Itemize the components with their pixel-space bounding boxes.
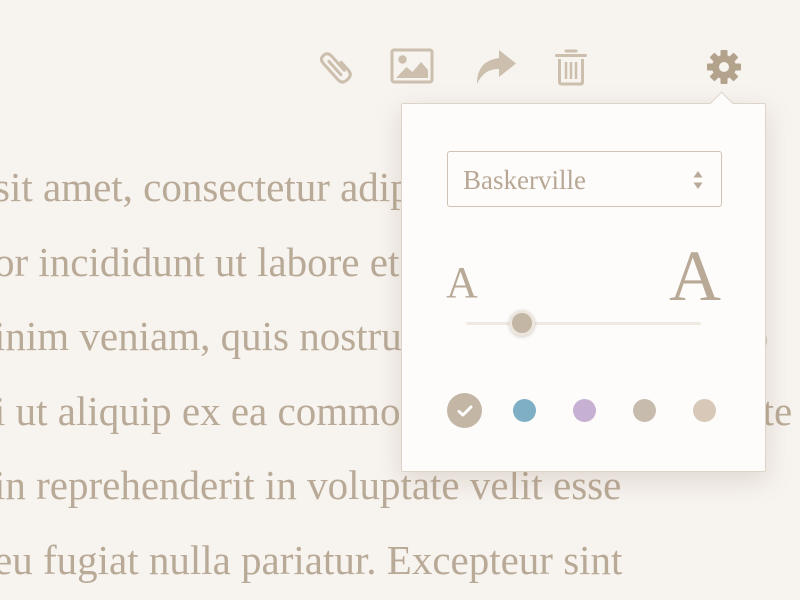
- font-select[interactable]: Baskerville: [447, 151, 722, 207]
- share-button[interactable]: [472, 44, 518, 90]
- font-select-value: Baskerville: [463, 165, 586, 195]
- document-line: eu fugiat nulla pariatur. Excepteur sint: [0, 536, 623, 583]
- font-size-large-label[interactable]: A: [669, 240, 721, 312]
- toolbar: [0, 0, 800, 120]
- check-icon: [447, 393, 482, 428]
- trash-icon: [555, 49, 587, 86]
- updown-arrows-icon: [693, 171, 703, 189]
- slider-thumb[interactable]: [509, 310, 536, 336]
- settings-button[interactable]: [701, 44, 747, 90]
- slider-track: [466, 322, 701, 325]
- attach-button[interactable]: [313, 44, 359, 90]
- font-size-slider[interactable]: [466, 310, 701, 336]
- delete-button[interactable]: [548, 44, 594, 90]
- image-icon: [390, 48, 434, 84]
- paperclip-icon: [319, 52, 352, 84]
- share-arrow-icon: [476, 50, 516, 84]
- theme-swatch-lavender[interactable]: [573, 399, 596, 422]
- insert-image-button[interactable]: [390, 44, 436, 90]
- theme-swatch-sand[interactable]: [693, 399, 716, 422]
- settings-popover: Baskerville A A: [401, 91, 766, 472]
- theme-swatch-blue[interactable]: [513, 399, 536, 422]
- theme-swatch-beige[interactable]: [447, 393, 482, 428]
- theme-swatch-taupe[interactable]: [633, 399, 656, 422]
- font-size-small-label[interactable]: A: [446, 261, 478, 305]
- gear-icon: [707, 50, 741, 84]
